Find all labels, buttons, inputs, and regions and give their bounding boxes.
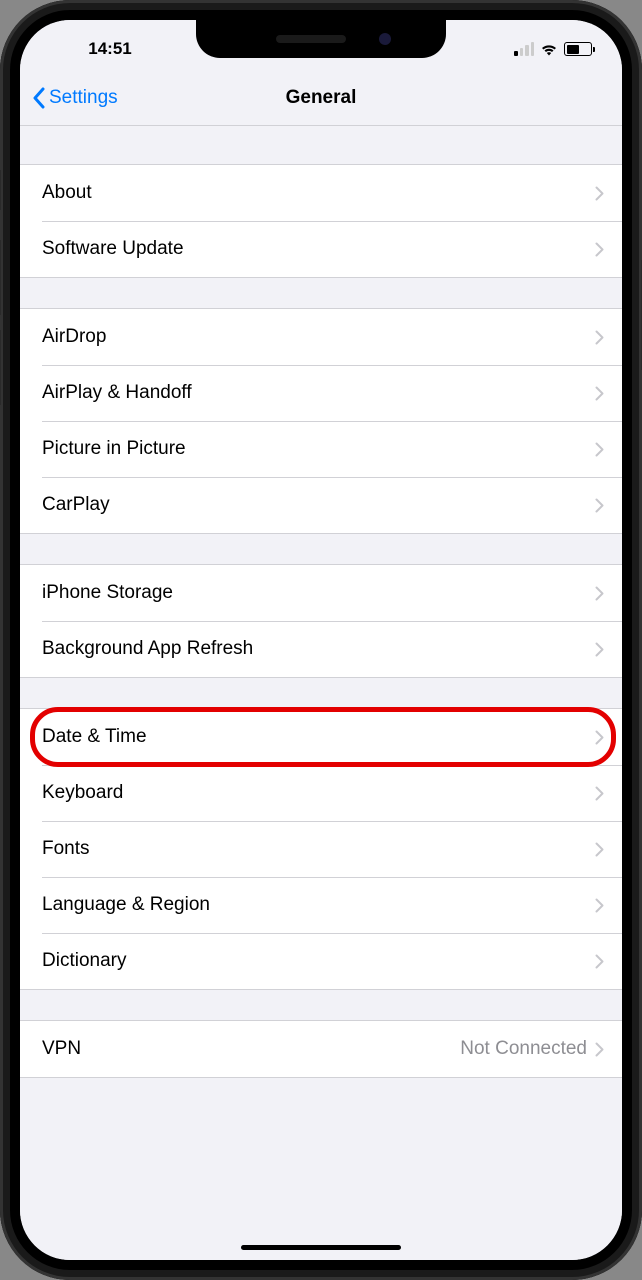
status-icons (472, 42, 592, 56)
settings-group: AirDrop AirPlay & Handoff Picture in Pictu… (20, 308, 622, 534)
front-camera (379, 33, 391, 45)
settings-group: VPNNot Connected (20, 1020, 622, 1078)
wifi-icon (540, 42, 558, 56)
settings-row-iphone-storage[interactable]: iPhone Storage (20, 565, 622, 621)
back-button[interactable]: Settings (32, 87, 118, 109)
chevron-right-icon (595, 442, 604, 457)
row-label: Dictionary (42, 950, 595, 972)
cellular-signal-icon (514, 42, 534, 56)
chevron-right-icon (595, 498, 604, 513)
chevron-right-icon (595, 730, 604, 745)
row-label: iPhone Storage (42, 582, 595, 604)
chevron-right-icon (595, 954, 604, 969)
row-label: AirDrop (42, 326, 595, 348)
chevron-right-icon (595, 330, 604, 345)
settings-row-airdrop[interactable]: AirDrop (20, 309, 622, 365)
settings-row-picture-in-picture[interactable]: Picture in Picture (20, 421, 622, 477)
settings-row-airplay-handoff[interactable]: AirPlay & Handoff (20, 365, 622, 421)
back-label: Settings (49, 87, 118, 109)
chevron-right-icon (595, 242, 604, 257)
group-spacer (20, 678, 622, 708)
row-label: Fonts (42, 838, 595, 860)
settings-row-background-app-refresh[interactable]: Background App Refresh (20, 621, 622, 677)
status-time: 14:51 (50, 39, 170, 59)
row-label: Keyboard (42, 782, 595, 804)
settings-group: About Software Update (20, 164, 622, 278)
row-detail: Not Connected (460, 1038, 587, 1060)
row-label: About (42, 182, 595, 204)
nav-bar: Settings General (20, 70, 622, 126)
chevron-right-icon (595, 386, 604, 401)
row-label: VPN (42, 1038, 460, 1060)
notch (196, 20, 446, 58)
chevron-left-icon (32, 87, 45, 109)
settings-row-vpn[interactable]: VPNNot Connected (20, 1021, 622, 1077)
row-label: CarPlay (42, 494, 595, 516)
settings-row-carplay[interactable]: CarPlay (20, 477, 622, 533)
settings-list[interactable]: About Software Update AirDrop AirPlay & Han… (20, 126, 622, 1260)
page-title: General (286, 87, 357, 109)
row-label: Date & Time (42, 726, 595, 748)
side-button (0, 240, 1, 315)
settings-row-fonts[interactable]: Fonts (20, 821, 622, 877)
chevron-right-icon (595, 586, 604, 601)
settings-row-date-time[interactable]: Date & Time (20, 709, 622, 765)
chevron-right-icon (595, 186, 604, 201)
row-label: Software Update (42, 238, 595, 260)
chevron-right-icon (595, 1042, 604, 1057)
settings-group: iPhone Storage Background App Refresh (20, 564, 622, 678)
settings-row-about[interactable]: About (20, 165, 622, 221)
settings-group: Date & Time Keyboard Fonts Language & Regio… (20, 708, 622, 990)
home-indicator[interactable] (241, 1245, 401, 1250)
side-button (0, 170, 1, 210)
screen: 14:51 Setti (20, 20, 622, 1260)
row-label: Language & Region (42, 894, 595, 916)
settings-row-dictionary[interactable]: Dictionary (20, 933, 622, 989)
settings-row-software-update[interactable]: Software Update (20, 221, 622, 277)
row-label: Picture in Picture (42, 438, 595, 460)
side-button (0, 330, 1, 405)
settings-row-language-region[interactable]: Language & Region (20, 877, 622, 933)
group-spacer (20, 534, 622, 564)
row-label: Background App Refresh (42, 638, 595, 660)
settings-row-keyboard[interactable]: Keyboard (20, 765, 622, 821)
chevron-right-icon (595, 898, 604, 913)
battery-icon (564, 42, 592, 56)
row-label: AirPlay & Handoff (42, 382, 595, 404)
chevron-right-icon (595, 842, 604, 857)
group-spacer (20, 990, 622, 1020)
chevron-right-icon (595, 786, 604, 801)
speaker (276, 35, 346, 43)
device-frame: 14:51 Setti (0, 0, 642, 1280)
group-spacer (20, 126, 622, 164)
chevron-right-icon (595, 642, 604, 657)
group-spacer (20, 278, 622, 308)
